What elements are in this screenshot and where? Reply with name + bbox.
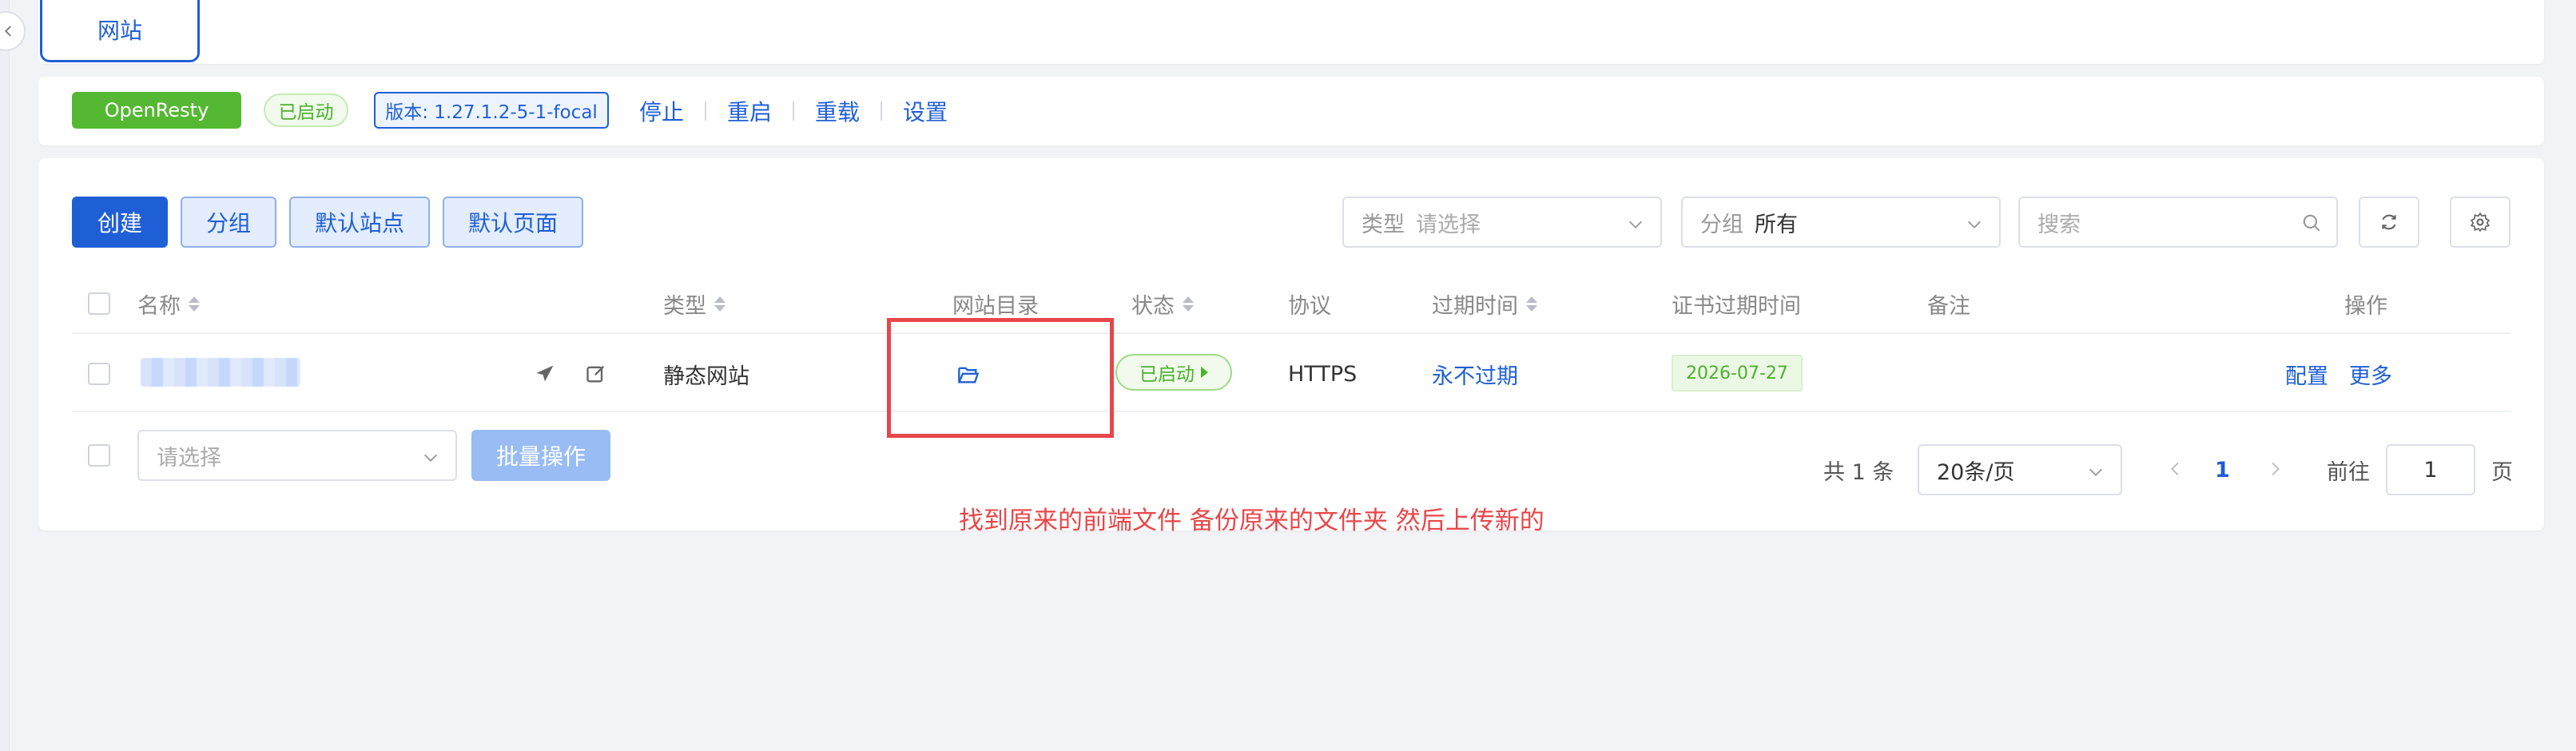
gear-icon (2470, 212, 2491, 232)
tab-website[interactable]: 网站 (40, 0, 200, 62)
row-checkbox[interactable] (88, 363, 110, 385)
config-link[interactable]: 配置 (2285, 358, 2328, 390)
search-placeholder: 搜索 (2037, 212, 2081, 237)
reload-link[interactable]: 重载 (815, 95, 860, 127)
group-filter-select[interactable]: 分组 所有 (1681, 197, 2001, 248)
column-header-label: 过期时间 (1432, 293, 1518, 319)
prev-page-icon[interactable] (2167, 460, 2184, 478)
column-header-label: 状态 (1131, 293, 1175, 319)
tab-bar: 网站 (38, 0, 2544, 64)
column-header-name[interactable]: 名称 (137, 288, 200, 320)
cert-expire-tag: 2026-07-27 (1672, 355, 1803, 391)
page-size-value: 20条/页 (1937, 459, 2015, 485)
divider (705, 101, 707, 121)
default-page-button[interactable]: 默认页面 (443, 197, 583, 248)
divider (881, 101, 883, 121)
chevron-down-icon (424, 454, 437, 462)
page-unit-label: 页 (2491, 459, 2513, 485)
goto-label: 前往 (2327, 459, 2370, 485)
batch-operation-button[interactable]: 批量操作 (471, 430, 610, 481)
column-header-expire[interactable]: 过期时间 (1432, 288, 1537, 320)
left-sidebar-strip (0, 0, 10, 751)
server-status-badge: 已启动 (264, 93, 348, 127)
group-filter-value: 所有 (1755, 212, 1798, 237)
expire-link[interactable]: 永不过期 (1432, 358, 1518, 390)
site-status-label: 已启动 (1139, 364, 1195, 385)
edit-icon[interactable] (585, 363, 607, 385)
app-root: 网站 OpenResty 已启动 版本: 1.27.1.2-5-1-focal … (0, 0, 2576, 751)
restart-link[interactable]: 重启 (727, 95, 772, 127)
version-badge: 版本: 1.27.1.2-5-1-focal (374, 92, 609, 129)
annotation-text: 找到原来的前端文件 备份原来的文件夹 然后上传新的 (959, 507, 1544, 535)
site-status-toggle[interactable]: 已启动 (1115, 354, 1232, 391)
more-link[interactable]: 更多 (2349, 358, 2392, 390)
group-filter-label: 分组 (1700, 212, 1743, 237)
goto-page-input[interactable]: 1 (2386, 444, 2475, 495)
current-page[interactable]: 1 (2215, 454, 2230, 486)
site-type-cell: 静态网站 (663, 364, 749, 389)
search-input[interactable]: 搜索 (2018, 197, 2338, 248)
server-actions: 停止 重启 重载 设置 (639, 93, 948, 129)
sidebar-collapse-button[interactable] (0, 11, 26, 51)
chevron-down-icon (2089, 468, 2102, 476)
column-header-dir: 网站目录 (952, 293, 1039, 319)
column-header-label: 名称 (137, 293, 181, 319)
total-count: 共 1 条 (1823, 459, 1894, 485)
page-size-select[interactable]: 20条/页 (1918, 444, 2122, 495)
group-button[interactable]: 分组 (181, 197, 276, 248)
refresh-button[interactable] (2359, 197, 2419, 248)
protocol-cell: HTTPS (1288, 361, 1358, 387)
column-header-status[interactable]: 状态 (1131, 288, 1194, 320)
sort-icon[interactable] (714, 296, 725, 312)
sort-icon[interactable] (1183, 296, 1194, 312)
sort-icon[interactable] (189, 296, 200, 312)
divider (72, 332, 2510, 334)
divider (793, 101, 795, 121)
chevron-down-icon (1968, 221, 1981, 228)
next-page-icon[interactable] (2266, 460, 2284, 478)
type-filter-select[interactable]: 类型 请选择 (1342, 197, 1662, 248)
settings-link[interactable]: 设置 (903, 95, 948, 127)
column-header-ops: 操作 (2344, 293, 2387, 319)
batch-action-select[interactable]: 请选择 (137, 430, 457, 481)
create-button[interactable]: 创建 (72, 197, 168, 248)
column-header-label: 类型 (663, 293, 706, 319)
divider (72, 411, 2510, 412)
website-list-card: 创建 分组 默认站点 默认页面 类型 请选择 分组 所有 搜索 名称 类型 网站… (38, 158, 2544, 530)
batch-select-checkbox[interactable] (88, 444, 110, 467)
type-filter-label: 类型 (1362, 212, 1405, 237)
search-icon (2303, 214, 2320, 232)
column-header-remark: 备注 (1927, 293, 1970, 319)
highlight-box (887, 318, 1114, 438)
server-status-bar: OpenResty 已启动 版本: 1.27.1.2-5-1-focal 停止 … (38, 77, 2544, 145)
stop-link[interactable]: 停止 (639, 95, 684, 127)
chevron-down-icon (1629, 221, 1642, 228)
sort-icon[interactable] (1526, 296, 1537, 312)
send-icon[interactable] (534, 363, 556, 385)
column-header-cert-expire: 证书过期时间 (1672, 293, 1801, 319)
select-all-checkbox[interactable] (88, 292, 110, 315)
default-site-button[interactable]: 默认站点 (289, 197, 430, 248)
site-name-redacted[interactable] (141, 358, 300, 387)
batch-placeholder: 请选择 (157, 445, 221, 471)
chevron-left-icon (4, 26, 11, 37)
play-icon (1201, 367, 1208, 378)
type-filter-placeholder: 请选择 (1416, 212, 1481, 237)
column-header-protocol: 协议 (1288, 293, 1331, 319)
app-name-badge: OpenResty (72, 92, 241, 129)
column-header-type[interactable]: 类型 (663, 288, 725, 320)
refresh-icon (2382, 214, 2396, 230)
table-settings-button[interactable] (2450, 197, 2510, 248)
